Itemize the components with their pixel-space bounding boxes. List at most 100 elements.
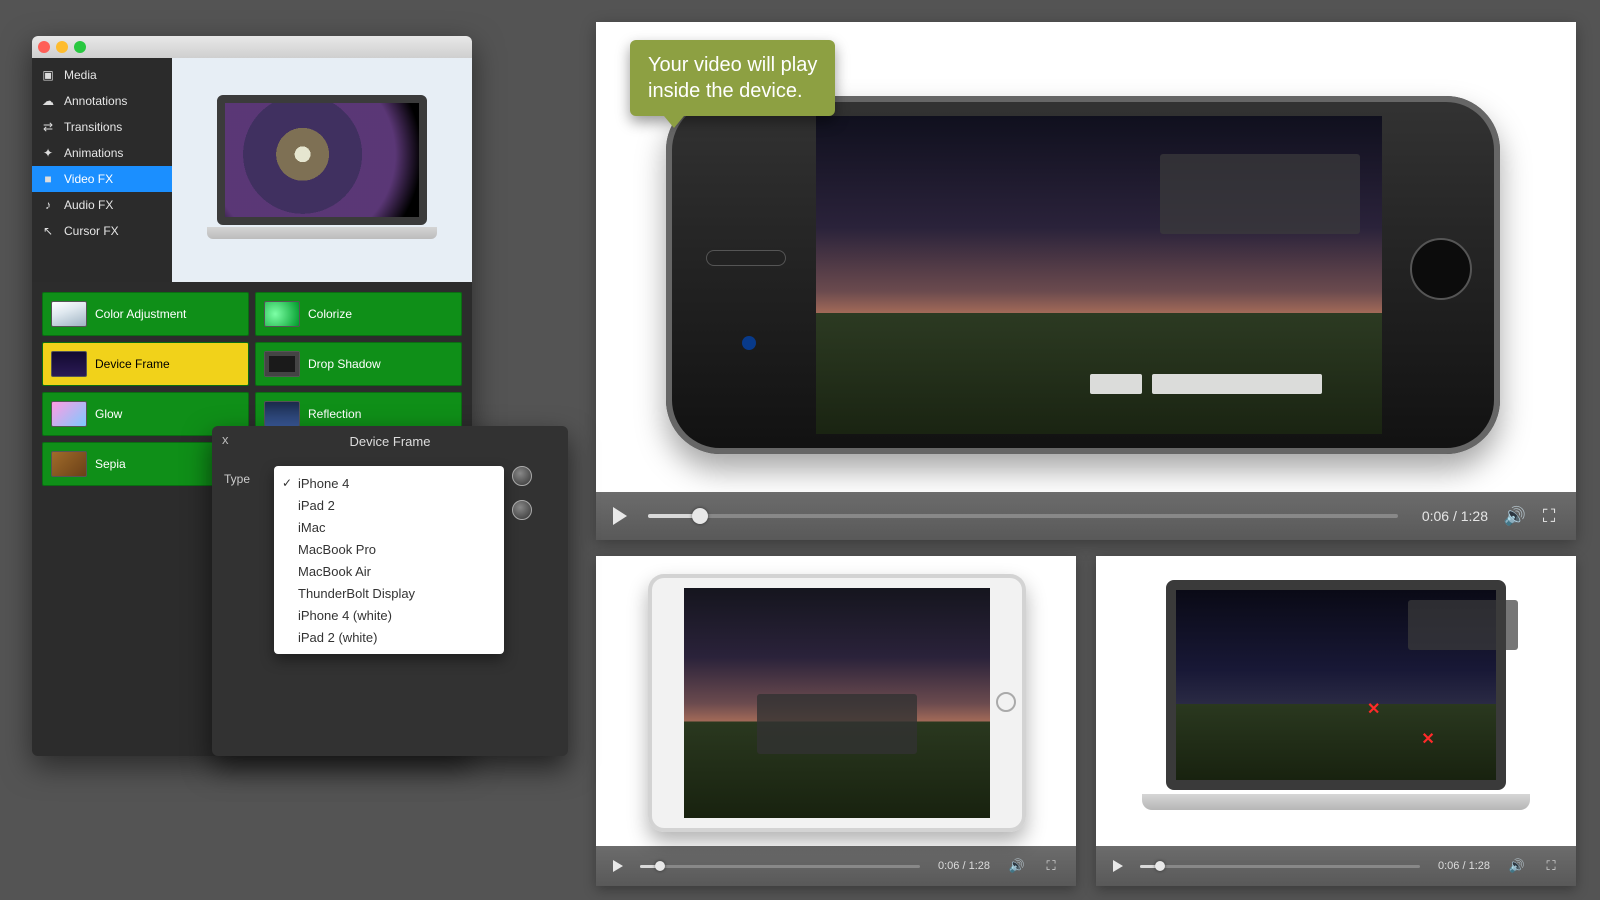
fx-tile-label: Drop Shadow (308, 357, 381, 371)
dial-column (512, 466, 532, 520)
sky-scene-icon: ✕ ✕ (1176, 590, 1496, 780)
type-dropdown[interactable]: iPhone 4 iPad 2 iMac MacBook Pro MacBook… (274, 466, 504, 654)
fullscreen-icon: ⛶ (1546, 858, 1555, 874)
toolbar-strip-icon (1152, 374, 1322, 394)
fx-tile-label: Reflection (308, 407, 361, 421)
animation-icon: ✦ (40, 145, 56, 161)
sidebar-item-cursor-fx[interactable]: ↖ Cursor FX (32, 218, 172, 244)
sidebar-item-video-fx[interactable]: ■ Video FX (32, 166, 172, 192)
volume-button[interactable]: 🔊 (1000, 852, 1034, 880)
time-display: 0:06 / 1:28 (938, 860, 990, 872)
play-button[interactable] (604, 852, 632, 880)
callout-line-1: Your video will play (648, 52, 817, 78)
video-area (596, 556, 1076, 846)
device-screen (684, 588, 990, 818)
fx-thumb-icon (264, 401, 300, 427)
speaker-icon (706, 250, 786, 266)
scrub-track[interactable] (648, 514, 1398, 518)
player-controls: 0:06 / 1:28 🔊 ⛶ (596, 846, 1076, 886)
preview-pane (172, 58, 472, 282)
time-display: 0:06 / 1:28 (1438, 860, 1490, 872)
popup-close-button[interactable]: x (222, 432, 240, 450)
volume-button[interactable]: 🔊 (1498, 502, 1532, 530)
popup-dial-1[interactable] (512, 466, 532, 486)
sidebar-item-label: Audio FX (64, 198, 113, 212)
fullscreen-button[interactable]: ⛶ (1034, 852, 1068, 880)
ipad-frame (648, 574, 1026, 832)
window-close-button[interactable] (38, 41, 50, 53)
play-button[interactable] (1104, 852, 1132, 880)
macbook-frame: ✕ ✕ (1142, 580, 1530, 828)
fx-tile-label: Colorize (308, 307, 352, 321)
sidebar-item-audio-fx[interactable]: ♪ Audio FX (32, 192, 172, 218)
scrub-handle[interactable] (1155, 861, 1165, 871)
play-icon (613, 507, 627, 525)
fx-thumb-icon (51, 401, 87, 427)
media-icon: ▣ (40, 67, 56, 83)
camera-icon (742, 336, 756, 350)
type-label: Type (224, 466, 266, 486)
fx-tile-device-frame[interactable]: Device Frame (42, 342, 249, 386)
fx-thumb-icon (264, 351, 300, 377)
type-option-macbook-air[interactable]: MacBook Air (274, 560, 504, 582)
toolbar-strip-icon (1090, 374, 1142, 394)
player-controls: 0:06 / 1:28 🔊 ⛶ (1096, 846, 1576, 886)
player-small-macbook: ✕ ✕ 0:06 / 1:28 🔊 ⛶ (1096, 556, 1576, 886)
fullscreen-icon: ⛶ (1543, 506, 1556, 527)
player-large: Your video will play inside the device. … (596, 22, 1576, 540)
sidebar-item-annotations[interactable]: ☁ Annotations (32, 88, 172, 114)
window-minimize-button[interactable] (56, 41, 68, 53)
sidebar-item-media[interactable]: ▣ Media (32, 62, 172, 88)
fullscreen-button[interactable]: ⛶ (1534, 852, 1568, 880)
fx-tile-label: Device Frame (95, 357, 170, 371)
fx-tile-colorize[interactable]: Colorize (255, 292, 462, 336)
fx-tile-color-adjustment[interactable]: Color Adjustment (42, 292, 249, 336)
macbook-pro-preview (207, 95, 437, 245)
scrub-track[interactable] (640, 865, 920, 868)
scrub-handle[interactable] (692, 508, 708, 524)
time-display: 0:06 / 1:28 (1422, 508, 1488, 524)
marker-x-icon: ✕ (1421, 729, 1437, 745)
play-button[interactable] (606, 502, 634, 530)
laptop-base-icon (1142, 794, 1530, 810)
fx-thumb-icon (51, 301, 87, 327)
popup-header: x Device Frame (212, 426, 568, 456)
callout-tooltip: Your video will play inside the device. (630, 40, 835, 116)
scrub-track[interactable] (1140, 865, 1420, 868)
type-option-iphone-4[interactable]: iPhone 4 (274, 472, 504, 494)
video-area: ✕ ✕ (1096, 556, 1576, 846)
fx-tile-drop-shadow[interactable]: Drop Shadow (255, 342, 462, 386)
audiofx-icon: ♪ (40, 197, 56, 213)
sidebar-item-transitions[interactable]: ⇄ Transitions (32, 114, 172, 140)
app-panel-icon (757, 694, 916, 754)
sidebar-item-animations[interactable]: ✦ Animations (32, 140, 172, 166)
volume-button[interactable]: 🔊 (1500, 852, 1534, 880)
transition-icon: ⇄ (40, 119, 56, 135)
callout-line-2: inside the device. (648, 78, 817, 104)
video-area: Your video will play inside the device. (596, 22, 1576, 492)
annotation-icon: ☁ (40, 93, 56, 109)
type-option-imac[interactable]: iMac (274, 516, 504, 538)
sidebar-item-label: Media (64, 68, 97, 82)
type-option-ipad-2-white[interactable]: iPad 2 (white) (274, 626, 504, 648)
volume-icon: 🔊 (1509, 858, 1525, 874)
type-option-thunderbolt[interactable]: ThunderBolt Display (274, 582, 504, 604)
type-option-iphone-4-white[interactable]: iPhone 4 (white) (274, 604, 504, 626)
player-small-ipad: 0:06 / 1:28 🔊 ⛶ (596, 556, 1076, 886)
type-option-ipad-2[interactable]: iPad 2 (274, 494, 504, 516)
type-option-macbook-pro[interactable]: MacBook Pro (274, 538, 504, 560)
sidebar-item-label: Transitions (64, 120, 122, 134)
volume-icon: 🔊 (1504, 506, 1526, 527)
sky-scene-icon (816, 116, 1382, 434)
app-panel-icon (1408, 600, 1506, 650)
fullscreen-button[interactable]: ⛶ (1532, 502, 1566, 530)
popup-title: Device Frame (240, 434, 558, 449)
sidebar-item-label: Annotations (64, 94, 127, 108)
fx-tile-label: Sepia (95, 457, 126, 471)
iphone-frame (666, 96, 1500, 454)
device-screen (816, 116, 1382, 434)
scrub-handle[interactable] (655, 861, 665, 871)
volume-icon: 🔊 (1009, 858, 1025, 874)
window-zoom-button[interactable] (74, 41, 86, 53)
popup-dial-2[interactable] (512, 500, 532, 520)
